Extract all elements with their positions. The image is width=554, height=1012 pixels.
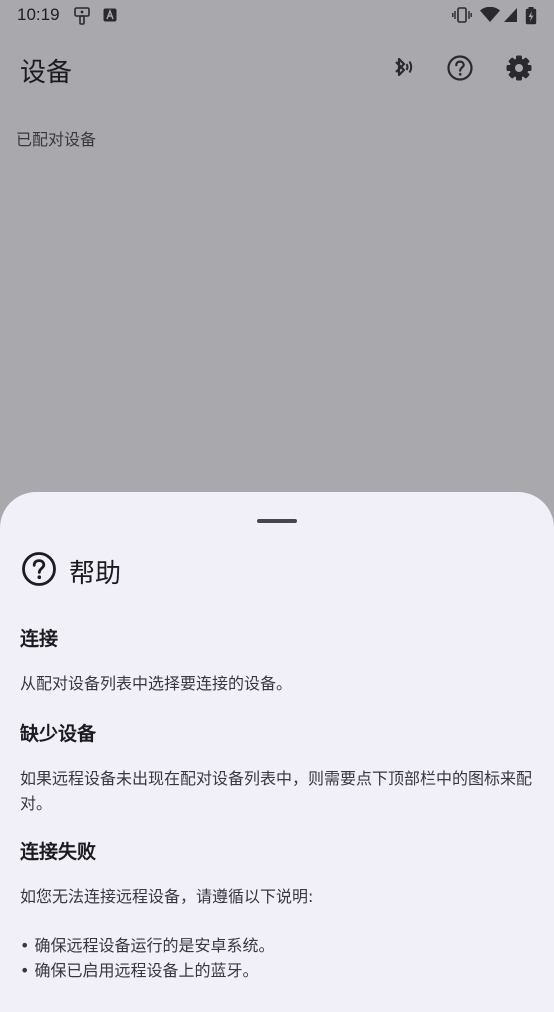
battery-charging-icon xyxy=(525,7,537,25)
list-item: • 确保已启用远程设备上的蓝牙。 xyxy=(20,961,259,980)
a-badge-icon xyxy=(103,7,119,23)
help-sheet-header: 帮助 xyxy=(21,551,122,591)
help-bottom-sheet: 帮助 连接 从配对设备列表中选择要连接的设备。 缺少设备 如果远程设备未出现在配… xyxy=(0,492,554,1012)
drag-handle[interactable] xyxy=(257,519,297,523)
section-heading-missing-device: 缺少设备 xyxy=(20,723,97,745)
status-time: 10:19 xyxy=(17,5,60,24)
section-heading-connect: 连接 xyxy=(20,628,59,650)
app-bar: 设备 xyxy=(0,40,554,100)
section-body-missing-device: 如果远程设备未出现在配对设备列表中，则需要点下顶部栏中的图标来配对。 xyxy=(20,769,533,813)
settings-button[interactable] xyxy=(499,50,539,90)
help-button[interactable] xyxy=(440,50,480,90)
help-icon xyxy=(21,551,57,591)
bluetooth-search-button[interactable] xyxy=(381,50,421,90)
section-body-connect: 从配对设备列表中选择要连接的设备。 xyxy=(20,674,293,693)
signal-icon xyxy=(504,7,520,23)
tethering-icon xyxy=(74,7,90,25)
help-icon xyxy=(446,54,474,86)
paired-devices-label: 已配对设备 xyxy=(16,130,97,149)
section-heading-connection-failed: 连接失败 xyxy=(20,841,97,863)
section-body-connection-failed: 如您无法连接远程设备，请遵循以下说明: xyxy=(20,887,314,906)
settings-icon xyxy=(505,54,533,86)
help-title: 帮助 xyxy=(69,558,122,589)
vibrate-icon xyxy=(452,7,472,23)
bluetooth-search-icon xyxy=(387,54,415,86)
list-item: • 确保远程设备运行的是安卓系统。 xyxy=(20,936,275,955)
status-bar: 10:19 xyxy=(0,0,554,32)
wifi-icon xyxy=(480,6,500,23)
page-title: 设备 xyxy=(20,58,73,88)
